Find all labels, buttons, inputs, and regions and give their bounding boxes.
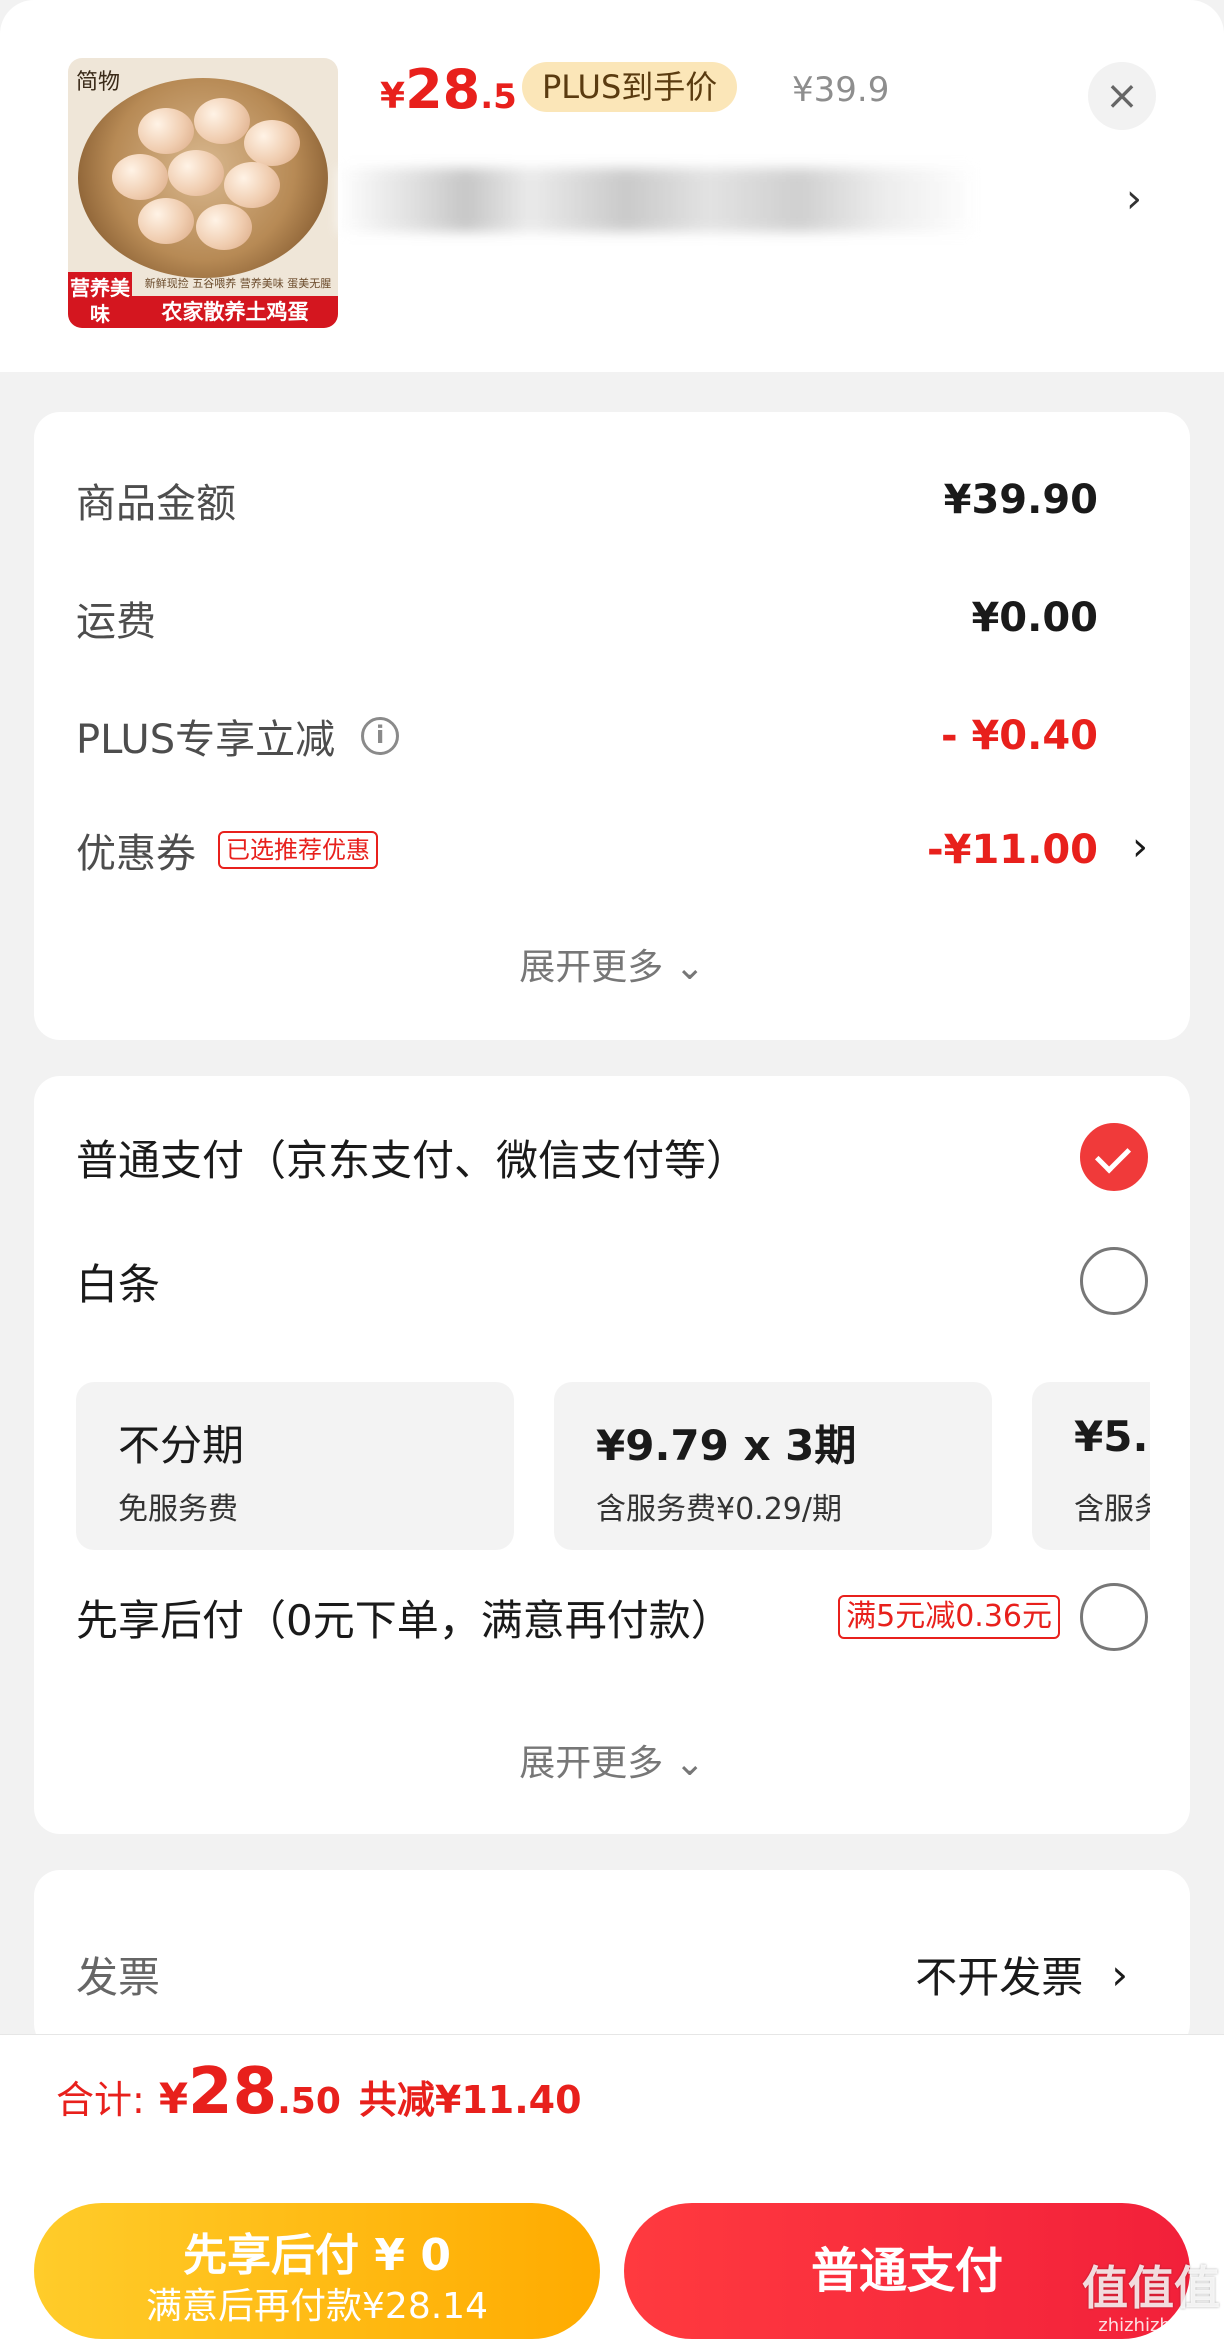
- radio-icon[interactable]: [1080, 1583, 1148, 1651]
- egg-image: [224, 162, 280, 208]
- total-label: 合计:: [56, 2078, 145, 2122]
- installment-plan[interactable]: ¥9.79 x 3期 含服务费¥0.29/期: [554, 1382, 992, 1550]
- shipping-label: 运费: [76, 599, 156, 645]
- product-header: 简物 新鲜现捡 五谷喂养 营养美味 蛋美无腥 营养美味 农家散养土鸡蛋 ¥ 28…: [0, 0, 1224, 372]
- coupon-label: 优惠券: [76, 831, 196, 877]
- egg-image: [244, 120, 300, 166]
- close-button[interactable]: ×: [1088, 62, 1156, 130]
- plus-discount-value: - ¥0.40: [940, 713, 1098, 759]
- total-savings: 共减¥11.40: [358, 2078, 582, 2122]
- pay-later-title: 先享后付 ¥ 0: [183, 2230, 451, 2281]
- goods-amount-value: ¥39.90: [943, 477, 1098, 523]
- goods-amount-row: 商品金额 ¥39.90: [76, 470, 1098, 530]
- chevron-right-icon[interactable]: ›: [1132, 824, 1148, 870]
- installment-plans: 不分期 免服务费 ¥9.79 x 3期 含服务费¥0.29/期 ¥5.0 含服务…: [76, 1382, 1150, 1552]
- installment-plan[interactable]: 不分期 免服务费: [76, 1382, 514, 1550]
- payment-option-normal[interactable]: 普通支付（京东支付、微信支付等）: [76, 1122, 1148, 1192]
- watermark: 值值值 zhizhizhi.com: [1070, 2262, 1220, 2338]
- info-icon[interactable]: i: [361, 717, 400, 755]
- close-icon: ×: [1105, 73, 1139, 119]
- price-currency: ¥: [380, 76, 406, 117]
- watermark-logo: 值值值: [1082, 2261, 1220, 2315]
- invoice-card[interactable]: 发票 不开发票 ›: [34, 1870, 1190, 2050]
- egg-image: [194, 98, 250, 144]
- price-summary-card: 商品金额 ¥39.90 运费 ¥0.00 PLUS专享立减 i - ¥0.40 …: [34, 412, 1190, 1040]
- radio-icon[interactable]: [1080, 1247, 1148, 1315]
- pay-later-button[interactable]: 先享后付 ¥ 0 满意后再付款¥28.14: [34, 2203, 600, 2339]
- egg-image: [196, 204, 252, 250]
- checked-radio-icon[interactable]: [1080, 1123, 1148, 1191]
- invoice-label: 发票: [76, 1952, 161, 2002]
- later-discount-tag: 满5元减0.36元: [838, 1595, 1060, 1639]
- egg-image: [138, 198, 194, 244]
- thumb-tag-right: 农家散养土鸡蛋: [132, 296, 338, 328]
- bottom-bar: 合计: ¥ 28 .50 共减¥11.40 先享后付 ¥ 0 满意后再付款¥28…: [0, 2034, 1224, 2350]
- pay-later-subtitle: 满意后再付款¥28.14: [146, 2286, 488, 2327]
- thumb-tag-sub: 新鲜现捡 五谷喂养 营养美味 蛋美无腥: [144, 277, 332, 290]
- payment-baitiao-label: 白条: [76, 1259, 161, 1309]
- egg-image: [138, 108, 194, 154]
- blurred-product-title: [338, 168, 978, 232]
- egg-image: [168, 150, 224, 196]
- total-decimal: .50: [277, 2081, 341, 2122]
- installment-plan[interactable]: ¥5.0 含服务费: [1032, 1382, 1150, 1550]
- payment-option-later[interactable]: 先享后付（0元下单，满意再付款） 满5元减0.36元: [76, 1582, 1148, 1652]
- payment-option-baitiao[interactable]: 白条: [76, 1246, 1148, 1316]
- total-currency: ¥: [158, 2074, 189, 2123]
- plus-discount-row: PLUS专享立减 i - ¥0.40: [76, 706, 1098, 766]
- plus-discount-label: PLUS专享立减: [76, 717, 336, 763]
- plus-discount-label-wrap: PLUS专享立减 i: [76, 707, 400, 765]
- original-price: ¥39.9: [792, 70, 890, 110]
- order-total: 合计: ¥ 28 .50 共减¥11.40: [56, 2055, 582, 2151]
- coupon-recommend-tag: 已选推荐优惠: [218, 831, 378, 869]
- chevron-right-icon: ›: [1111, 1949, 1128, 1999]
- plan-title: 不分期: [118, 1421, 245, 1470]
- watermark-url: zhizhizhi.com: [1098, 2315, 1220, 2336]
- plan-subtitle: 含服务费¥0.29/期: [596, 1492, 842, 1527]
- plan-subtitle: 含服务费: [1074, 1492, 1150, 1527]
- invoice-value-wrap: 不开发票 ›: [915, 1944, 1128, 2005]
- plus-price-badge: PLUS到手价: [522, 62, 738, 112]
- total-integer: 28: [188, 2055, 278, 2129]
- egg-image: [112, 154, 168, 200]
- header-card-edge: [34, 356, 1190, 372]
- thumb-tag-left: 营养美味: [68, 272, 132, 328]
- shipping-value: ¥0.00: [971, 595, 1098, 641]
- product-thumbnail[interactable]: 简物 新鲜现捡 五谷喂养 营养美味 蛋美无腥 营养美味 农家散养土鸡蛋: [68, 58, 338, 328]
- payment-later-label: 先享后付（0元下单，满意再付款）: [76, 1595, 733, 1645]
- plan-title: ¥5.0: [1074, 1412, 1150, 1461]
- expand-more-link[interactable]: 展开更多 ⌄: [34, 1734, 1190, 1786]
- payment-card: 普通支付（京东支付、微信支付等） 白条 不分期 免服务费 ¥9.79 x 3期 …: [34, 1076, 1190, 1834]
- coupon-row[interactable]: 优惠券 已选推荐优惠 -¥11.00: [76, 820, 1098, 880]
- expand-more-link[interactable]: 展开更多 ⌄: [34, 938, 1190, 990]
- shipping-row: 运费 ¥0.00: [76, 588, 1098, 648]
- invoice-row[interactable]: 发票 不开发票 ›: [76, 1944, 1128, 2004]
- plan-title: ¥9.79 x 3期: [596, 1421, 857, 1470]
- plan-subtitle: 免服务费: [118, 1492, 238, 1527]
- price-decimal: .5: [480, 77, 517, 117]
- invoice-value: 不开发票: [915, 1952, 1084, 2002]
- coupon-label-wrap: 优惠券 已选推荐优惠: [76, 821, 378, 879]
- coupon-value: -¥11.00: [927, 827, 1098, 873]
- price-integer: 28: [405, 58, 481, 121]
- chevron-right-icon[interactable]: ›: [1126, 176, 1142, 222]
- product-price: ¥ 28 .5: [380, 58, 517, 122]
- payment-normal-label: 普通支付（京东支付、微信支付等）: [76, 1135, 749, 1185]
- goods-amount-label: 商品金额: [76, 481, 236, 527]
- thumb-brand: 简物: [76, 70, 121, 95]
